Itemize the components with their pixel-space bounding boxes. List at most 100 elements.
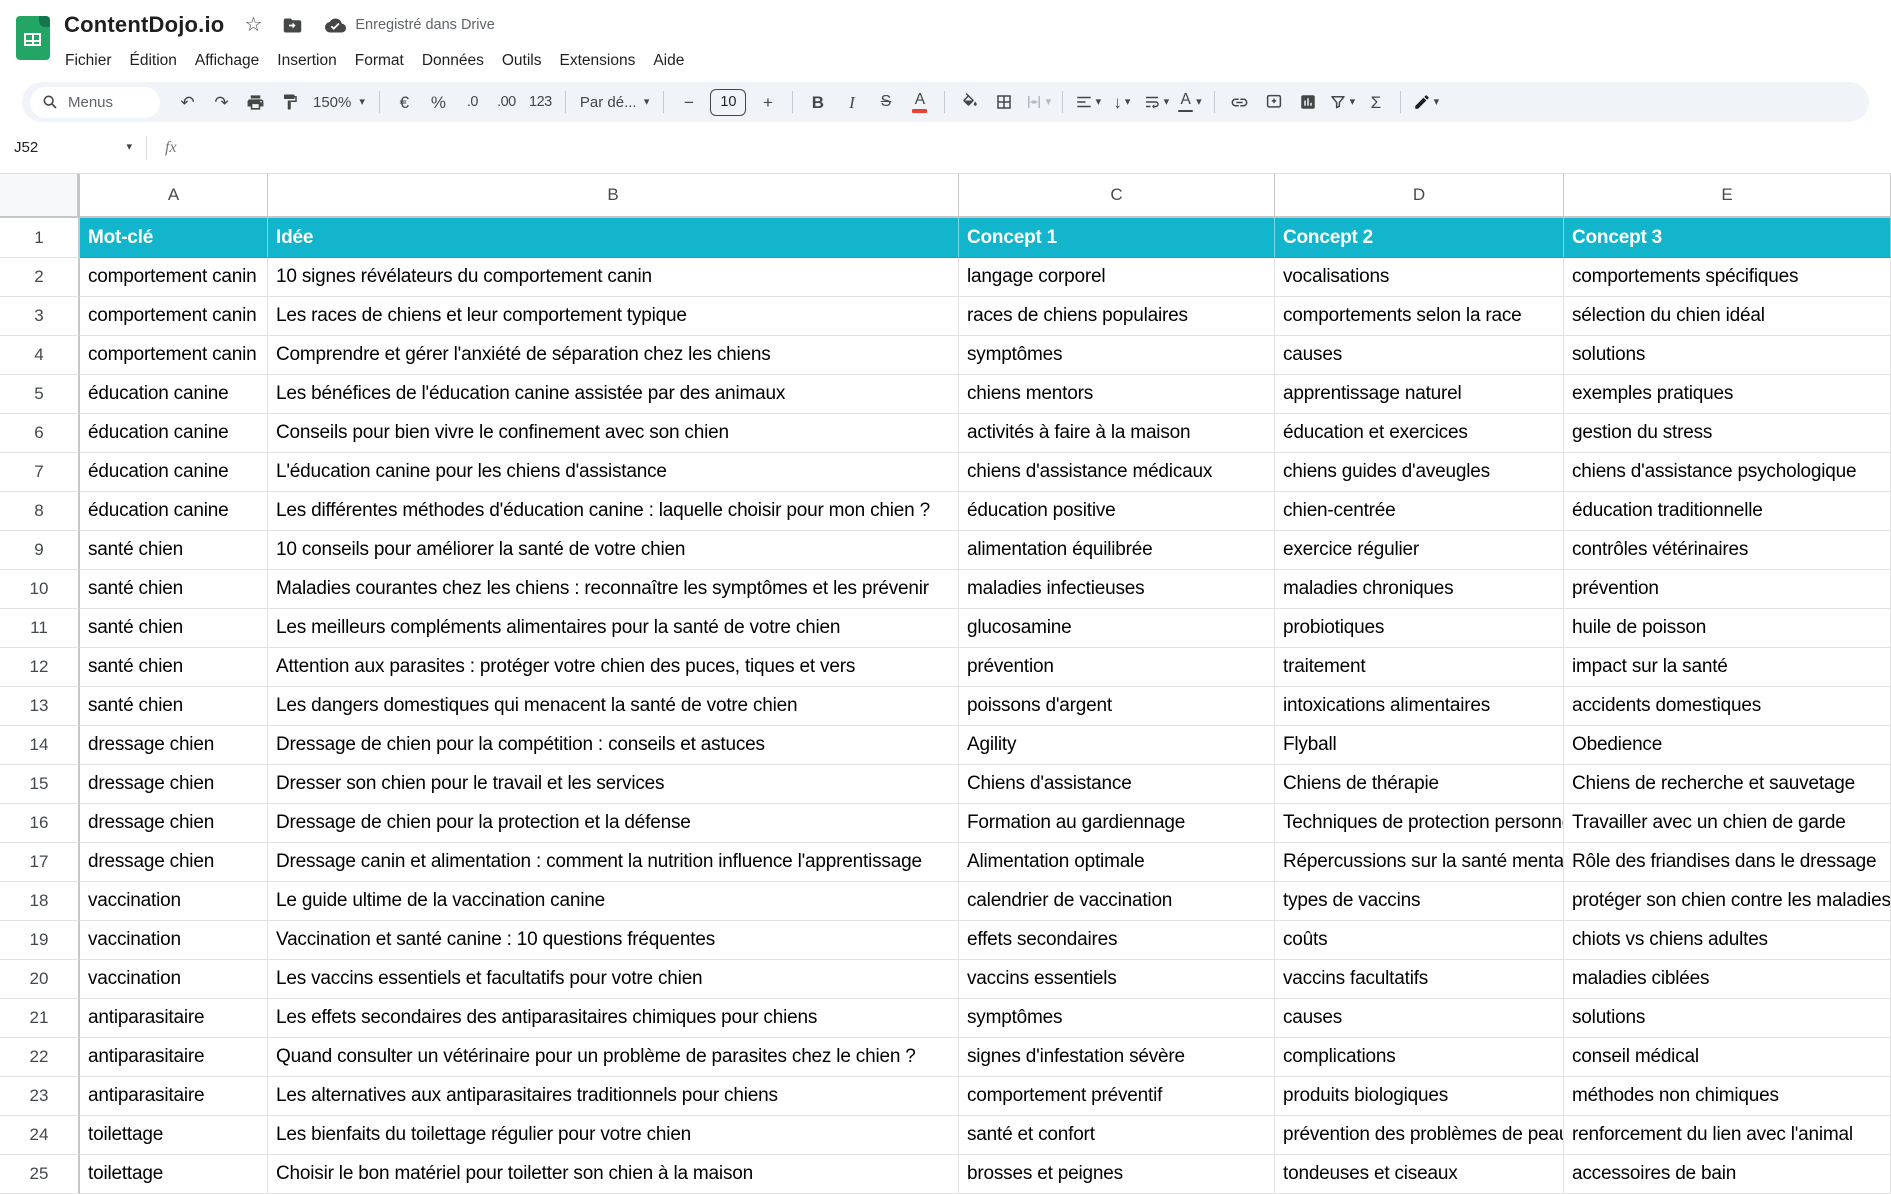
row-number[interactable]: 10 [0, 570, 80, 609]
cell[interactable]: Mot-clé [80, 218, 268, 258]
cell[interactable]: maladies infectieuses [959, 570, 1275, 609]
row-number[interactable]: 25 [0, 1155, 80, 1194]
column-header-a[interactable]: A [80, 174, 268, 216]
move-to-folder-icon[interactable] [282, 15, 303, 36]
cell[interactable]: Flyball [1275, 726, 1564, 765]
cell[interactable]: complications [1275, 1038, 1564, 1077]
cell[interactable]: Dressage de chien pour la protection et … [268, 804, 959, 843]
cell[interactable]: chiens d'assistance médicaux [959, 453, 1275, 492]
cell[interactable]: comportements spécifiques [1564, 258, 1891, 297]
cell[interactable]: alimentation équilibrée [959, 531, 1275, 570]
row-number[interactable]: 4 [0, 336, 80, 375]
cell[interactable]: santé chien [80, 609, 268, 648]
cell[interactable]: impact sur la santé [1564, 648, 1891, 687]
row-number[interactable]: 23 [0, 1077, 80, 1116]
cell[interactable]: causes [1275, 999, 1564, 1038]
cell[interactable]: types de vaccins [1275, 882, 1564, 921]
cell[interactable]: Les bienfaits du toilettage régulier pou… [268, 1116, 959, 1155]
horizontal-align-button[interactable]: ▾ [1071, 87, 1104, 117]
cell[interactable]: éducation traditionnelle [1564, 492, 1891, 531]
print-button[interactable] [239, 87, 272, 117]
cell[interactable]: symptômes [959, 336, 1275, 375]
text-color-button[interactable]: A [903, 87, 936, 117]
row-number[interactable]: 18 [0, 882, 80, 921]
cell[interactable]: solutions [1564, 336, 1891, 375]
format-percent-button[interactable]: % [422, 87, 455, 117]
text-wrap-button[interactable]: ▾ [1139, 87, 1172, 117]
cell[interactable]: comportement canin [80, 258, 268, 297]
cell[interactable]: L'éducation canine pour les chiens d'ass… [268, 453, 959, 492]
paint-format-button[interactable] [273, 87, 306, 117]
cell[interactable]: comportements selon la race [1275, 297, 1564, 336]
cell[interactable]: chiots vs chiens adultes [1564, 921, 1891, 960]
cell[interactable]: vaccins essentiels [959, 960, 1275, 999]
row-number[interactable]: 11 [0, 609, 80, 648]
cell[interactable]: effets secondaires [959, 921, 1275, 960]
cell[interactable]: prévention [959, 648, 1275, 687]
bold-button[interactable]: B [801, 87, 834, 117]
cell[interactable]: éducation et exercices [1275, 414, 1564, 453]
cell[interactable]: solutions [1564, 999, 1891, 1038]
menu-format[interactable]: Format [346, 49, 413, 73]
column-header-c[interactable]: C [959, 174, 1275, 216]
cell[interactable]: Concept 2 [1275, 218, 1564, 258]
cell[interactable]: vaccination [80, 882, 268, 921]
cell[interactable]: coûts [1275, 921, 1564, 960]
cell[interactable]: éducation positive [959, 492, 1275, 531]
cell[interactable]: dressage chien [80, 843, 268, 882]
cell[interactable]: protéger son chien contre les maladies [1564, 882, 1891, 921]
borders-button[interactable] [987, 87, 1020, 117]
name-box[interactable]: J52 ▾ [0, 139, 142, 156]
cell[interactable]: signes d'infestation sévère [959, 1038, 1275, 1077]
cell[interactable]: poissons d'argent [959, 687, 1275, 726]
functions-button[interactable]: Σ [1359, 87, 1392, 117]
menu-donnees[interactable]: Données [413, 49, 493, 73]
cell[interactable]: vaccination [80, 960, 268, 999]
cell[interactable]: Concept 1 [959, 218, 1275, 258]
cell[interactable]: éducation canine [80, 375, 268, 414]
cell[interactable]: vaccins facultatifs [1275, 960, 1564, 999]
cell[interactable]: Concept 3 [1564, 218, 1891, 258]
cell[interactable]: toilettage [80, 1116, 268, 1155]
cell[interactable]: comportement canin [80, 336, 268, 375]
cell[interactable]: sélection du chien idéal [1564, 297, 1891, 336]
cell[interactable]: dressage chien [80, 765, 268, 804]
format-currency-button[interactable]: € [388, 87, 421, 117]
cell[interactable]: Les dangers domestiques qui menacent la … [268, 687, 959, 726]
cell[interactable]: santé chien [80, 687, 268, 726]
font-family-select[interactable]: Par dé...▾ [574, 87, 656, 117]
cell[interactable]: intoxications alimentaires [1275, 687, 1564, 726]
cell[interactable]: exemples pratiques [1564, 375, 1891, 414]
cell[interactable]: renforcement du lien avec l'animal [1564, 1116, 1891, 1155]
row-number[interactable]: 20 [0, 960, 80, 999]
cell[interactable]: dressage chien [80, 804, 268, 843]
cell[interactable]: toilettage [80, 1155, 268, 1194]
document-title[interactable]: ContentDojo.io [64, 12, 224, 38]
column-header-b[interactable]: B [268, 174, 959, 216]
cell[interactable]: dressage chien [80, 726, 268, 765]
cell[interactable]: brosses et peignes [959, 1155, 1275, 1194]
merge-cells-button[interactable]: ▾ [1021, 87, 1054, 117]
cell[interactable]: Comprendre et gérer l'anxiété de séparat… [268, 336, 959, 375]
redo-button[interactable]: ↷ [205, 87, 238, 117]
cell[interactable]: Dressage canin et alimentation : comment… [268, 843, 959, 882]
cell[interactable]: Les races de chiens et leur comportement… [268, 297, 959, 336]
cell[interactable]: calendrier de vaccination [959, 882, 1275, 921]
row-number[interactable]: 19 [0, 921, 80, 960]
cell[interactable]: Conseils pour bien vivre le confinement … [268, 414, 959, 453]
fill-color-button[interactable] [953, 87, 986, 117]
row-number[interactable]: 3 [0, 297, 80, 336]
cell[interactable]: activités à faire à la maison [959, 414, 1275, 453]
menu-aide[interactable]: Aide [644, 49, 693, 73]
cell[interactable]: traitement [1275, 648, 1564, 687]
cell[interactable]: accidents domestiques [1564, 687, 1891, 726]
increase-font-size-button[interactable]: + [751, 87, 784, 117]
cell[interactable]: éducation canine [80, 414, 268, 453]
column-header-e[interactable]: E [1564, 174, 1891, 216]
cell[interactable]: Dressage de chien pour la compétition : … [268, 726, 959, 765]
cell[interactable]: vocalisations [1275, 258, 1564, 297]
cell[interactable]: causes [1275, 336, 1564, 375]
cell[interactable]: Alimentation optimale [959, 843, 1275, 882]
select-all-corner[interactable] [0, 174, 80, 216]
cell[interactable]: prévention des problèmes de peau [1275, 1116, 1564, 1155]
